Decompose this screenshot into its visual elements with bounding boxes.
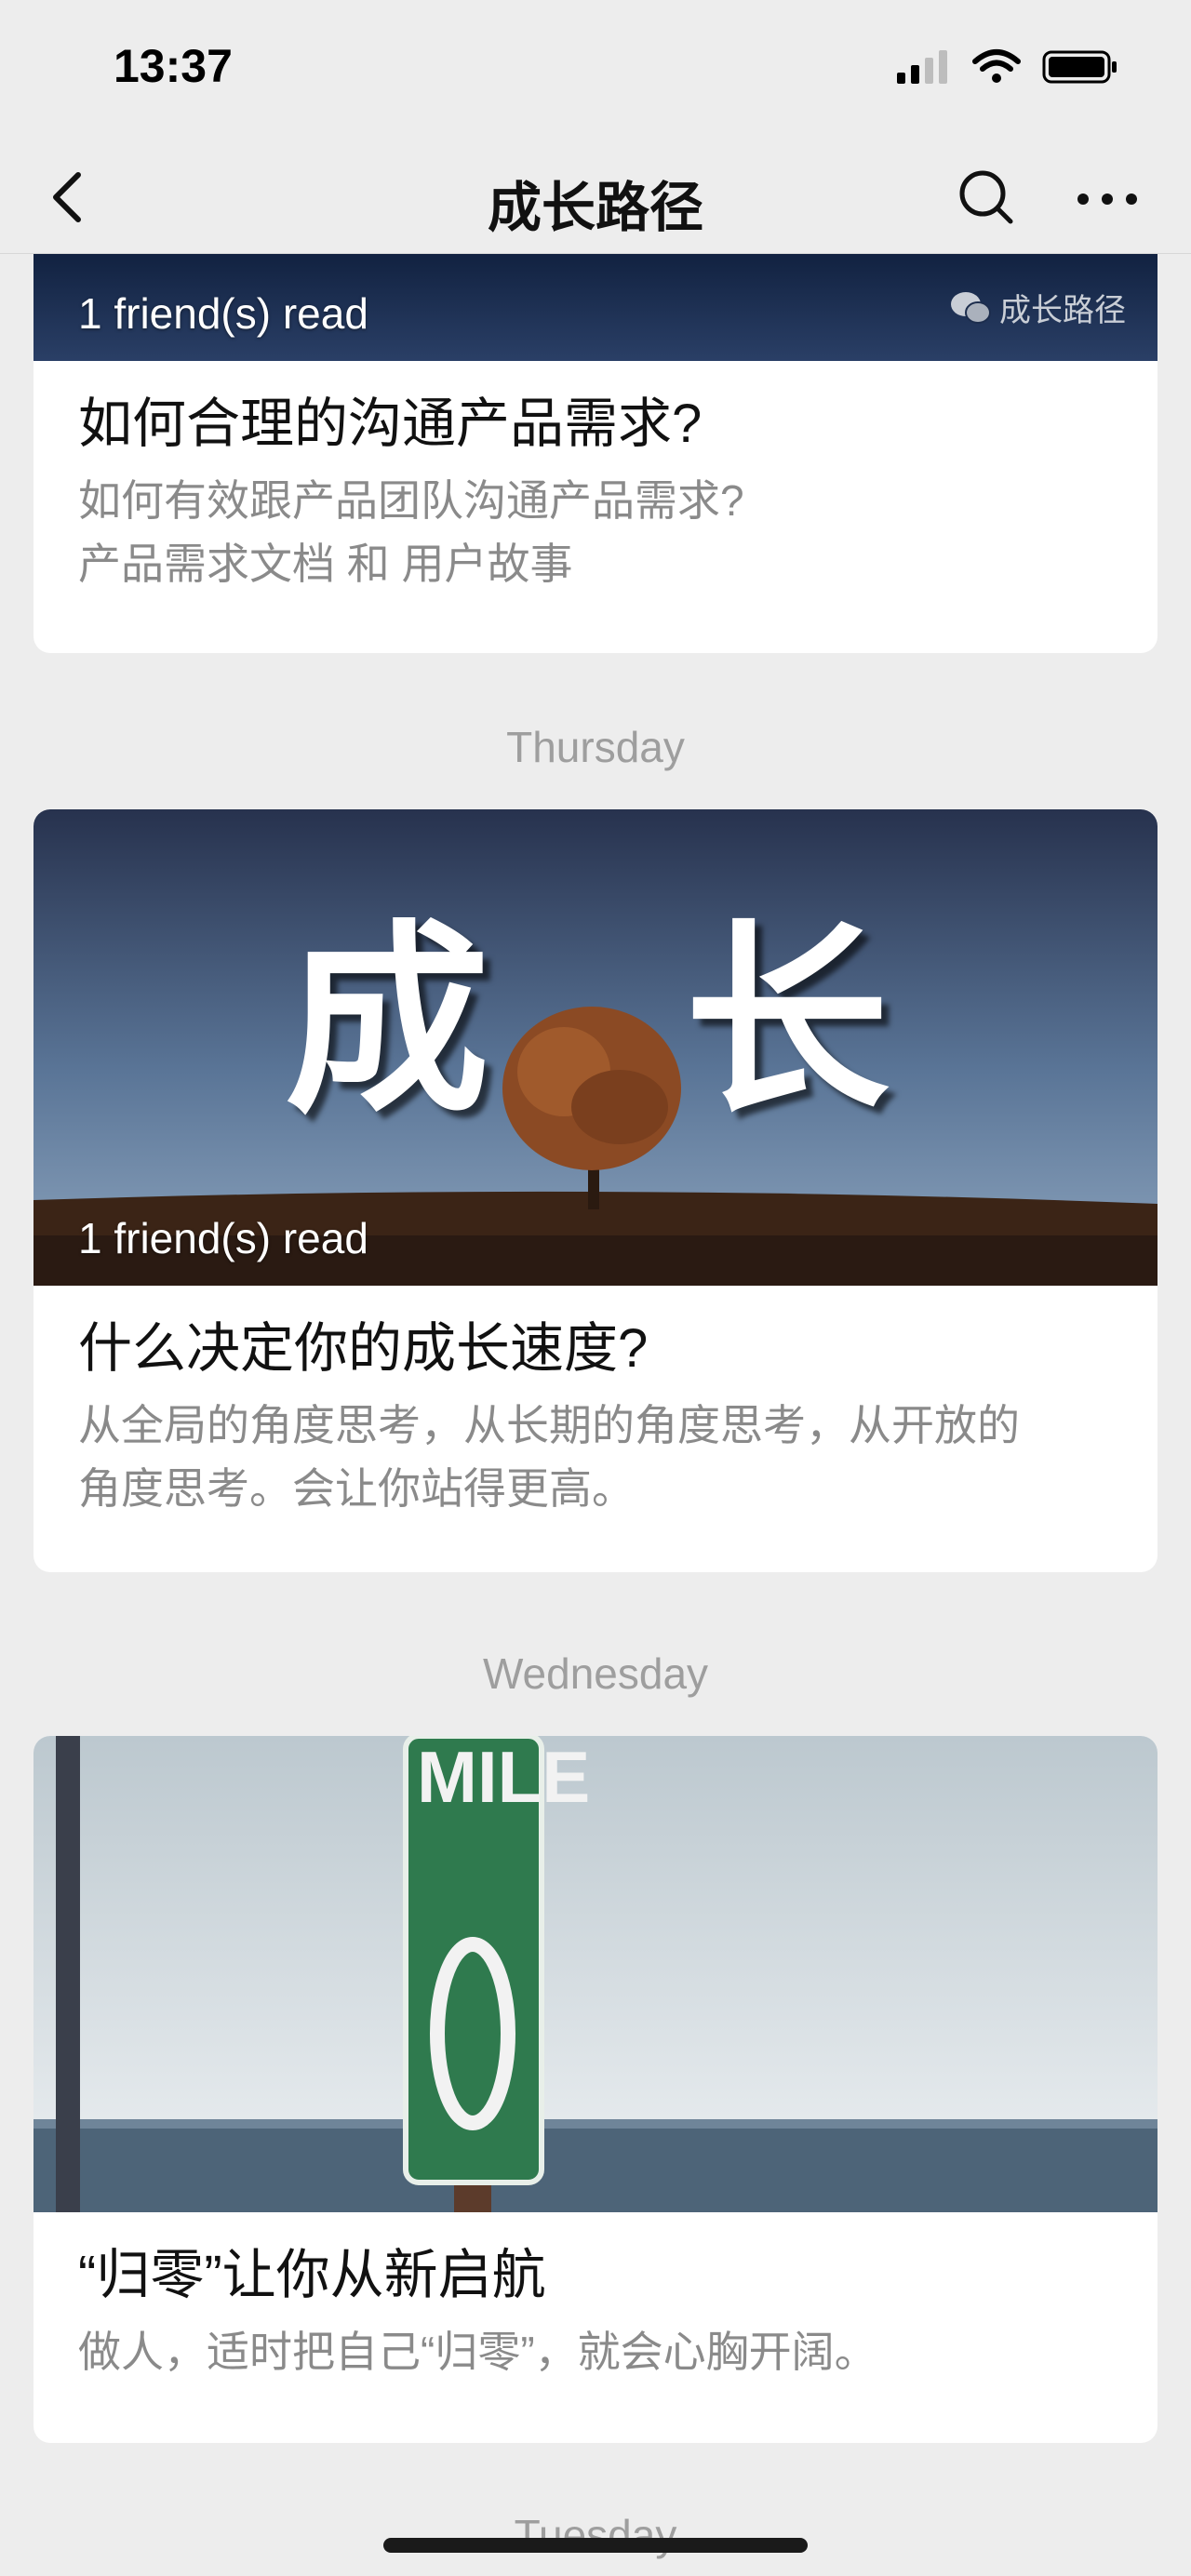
- status-icons: [895, 48, 1118, 86]
- article-cover: 成长路径 1 friend(s) read: [33, 253, 1158, 361]
- home-indicator: [383, 2538, 808, 2553]
- nav-bar: 成长路径: [0, 140, 1191, 254]
- wifi-icon: [972, 49, 1021, 83]
- article-description-line: 如何有效跟产品团队沟通产品需求?: [78, 476, 744, 525]
- cover-image: [33, 1736, 1158, 2212]
- cover-text-left: 成: [285, 907, 490, 1136]
- article-description-line: 角度思考。会让你站得更高。: [78, 1464, 635, 1513]
- article-description-line: 从全局的角度思考，从长期的角度思考，从开放的: [78, 1401, 1020, 1449]
- article-feed: 成长路径 1 friend(s) read 如何合理的沟通产品需求? 如何有效跟…: [0, 253, 1191, 2576]
- search-icon[interactable]: [949, 160, 1024, 234]
- article-description-line: 产品需求文档 和 用户故事: [78, 540, 573, 588]
- status-bar: 13:37: [0, 0, 1191, 140]
- battery-icon: [1042, 50, 1117, 84]
- article-card[interactable]: 成长路径 1 friend(s) read 如何合理的沟通产品需求? 如何有效跟…: [33, 253, 1158, 653]
- friends-read-label: 1 friend(s) read: [78, 289, 368, 338]
- day-label: Wednesday: [482, 1649, 709, 1698]
- article-card[interactable]: MILE “归零”让你从新启航 做人，适时把自己“归零”，就会心胸开阔。: [33, 1736, 1158, 2443]
- more-options-icon[interactable]: [1070, 160, 1144, 234]
- article-title: 什么决定你的成长速度?: [78, 1318, 649, 1379]
- friends-read-label: 1 friend(s) read: [78, 1214, 368, 1262]
- article-card[interactable]: 成 长 1 friend(s) read 什么决定你的成长速度? 从全局的角度思…: [33, 809, 1158, 1572]
- signal-icon: [897, 50, 947, 84]
- cover-text-right: 长: [685, 907, 890, 1136]
- article-title: 如何合理的沟通产品需求?: [78, 394, 703, 454]
- watermark: 成长路径: [949, 285, 1126, 330]
- article-cover: MILE: [33, 1736, 1158, 2212]
- article-description-line: 做人，适时把自己“归零”，就会心胸开阔。: [78, 2328, 877, 2376]
- day-label: Thursday: [506, 723, 685, 771]
- sign-text: MILE: [417, 1736, 591, 1818]
- article-title: “归零”让你从新启航: [78, 2245, 546, 2305]
- watermark-text: 成长路径: [999, 293, 1126, 328]
- article-cover: 成 长 1 friend(s) read: [33, 809, 1158, 1286]
- article-description: 从全局的角度思考，从长期的角度思考，从开放的 角度思考。会让你站得更高。: [78, 1394, 1113, 1520]
- wechat-icon: [951, 291, 991, 324]
- status-time: 13:37: [114, 40, 233, 92]
- article-description: 如何有效跟产品团队沟通产品需求? 产品需求文档 和 用户故事: [78, 469, 1113, 595]
- article-description: 做人，适时把自己“归零”，就会心胸开阔。: [78, 2320, 1113, 2383]
